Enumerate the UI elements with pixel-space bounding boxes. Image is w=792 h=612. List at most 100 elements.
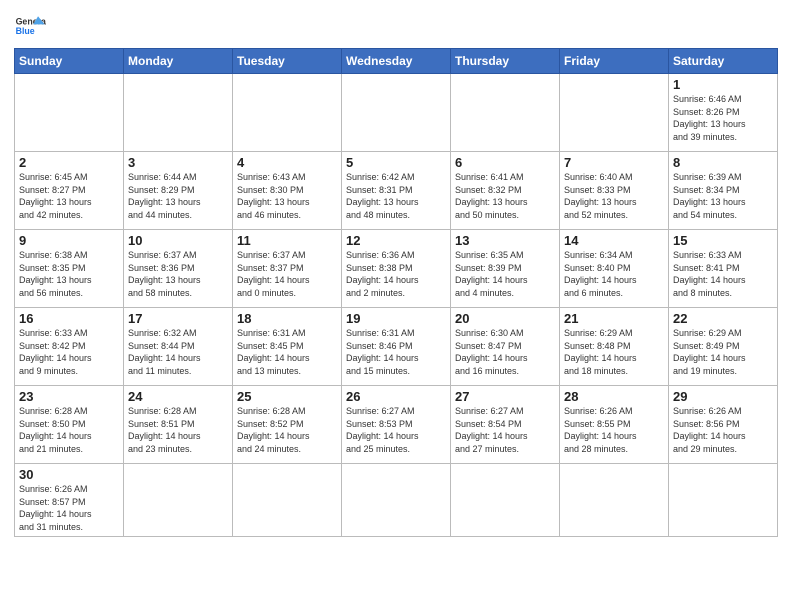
day-info: Sunrise: 6:37 AM Sunset: 8:37 PM Dayligh… xyxy=(237,249,337,299)
day-info: Sunrise: 6:35 AM Sunset: 8:39 PM Dayligh… xyxy=(455,249,555,299)
day-number: 18 xyxy=(237,311,337,326)
day-number: 4 xyxy=(237,155,337,170)
calendar-cell: 28Sunrise: 6:26 AM Sunset: 8:55 PM Dayli… xyxy=(560,386,669,464)
calendar-cell xyxy=(560,464,669,537)
day-number: 28 xyxy=(564,389,664,404)
day-number: 15 xyxy=(673,233,773,248)
day-info: Sunrise: 6:28 AM Sunset: 8:50 PM Dayligh… xyxy=(19,405,119,455)
weekday-header-wednesday: Wednesday xyxy=(342,49,451,74)
weekday-header-sunday: Sunday xyxy=(15,49,124,74)
day-info: Sunrise: 6:37 AM Sunset: 8:36 PM Dayligh… xyxy=(128,249,228,299)
day-number: 29 xyxy=(673,389,773,404)
day-info: Sunrise: 6:33 AM Sunset: 8:42 PM Dayligh… xyxy=(19,327,119,377)
day-number: 8 xyxy=(673,155,773,170)
day-number: 12 xyxy=(346,233,446,248)
calendar-cell xyxy=(342,74,451,152)
day-info: Sunrise: 6:29 AM Sunset: 8:49 PM Dayligh… xyxy=(673,327,773,377)
calendar-cell: 26Sunrise: 6:27 AM Sunset: 8:53 PM Dayli… xyxy=(342,386,451,464)
day-info: Sunrise: 6:29 AM Sunset: 8:48 PM Dayligh… xyxy=(564,327,664,377)
svg-text:Blue: Blue xyxy=(16,26,35,36)
weekday-header-friday: Friday xyxy=(560,49,669,74)
calendar-cell: 17Sunrise: 6:32 AM Sunset: 8:44 PM Dayli… xyxy=(124,308,233,386)
day-number: 1 xyxy=(673,77,773,92)
day-info: Sunrise: 6:46 AM Sunset: 8:26 PM Dayligh… xyxy=(673,93,773,143)
page: General Blue SundayMondayTuesdayWednesda… xyxy=(0,0,792,612)
day-info: Sunrise: 6:42 AM Sunset: 8:31 PM Dayligh… xyxy=(346,171,446,221)
day-info: Sunrise: 6:31 AM Sunset: 8:45 PM Dayligh… xyxy=(237,327,337,377)
calendar-cell xyxy=(233,74,342,152)
day-info: Sunrise: 6:33 AM Sunset: 8:41 PM Dayligh… xyxy=(673,249,773,299)
day-number: 14 xyxy=(564,233,664,248)
calendar-cell: 12Sunrise: 6:36 AM Sunset: 8:38 PM Dayli… xyxy=(342,230,451,308)
calendar-week-row: 23Sunrise: 6:28 AM Sunset: 8:50 PM Dayli… xyxy=(15,386,778,464)
day-number: 20 xyxy=(455,311,555,326)
day-number: 27 xyxy=(455,389,555,404)
calendar-cell: 11Sunrise: 6:37 AM Sunset: 8:37 PM Dayli… xyxy=(233,230,342,308)
day-info: Sunrise: 6:34 AM Sunset: 8:40 PM Dayligh… xyxy=(564,249,664,299)
calendar-cell: 15Sunrise: 6:33 AM Sunset: 8:41 PM Dayli… xyxy=(669,230,778,308)
day-info: Sunrise: 6:39 AM Sunset: 8:34 PM Dayligh… xyxy=(673,171,773,221)
calendar-cell: 4Sunrise: 6:43 AM Sunset: 8:30 PM Daylig… xyxy=(233,152,342,230)
day-info: Sunrise: 6:32 AM Sunset: 8:44 PM Dayligh… xyxy=(128,327,228,377)
calendar-cell: 6Sunrise: 6:41 AM Sunset: 8:32 PM Daylig… xyxy=(451,152,560,230)
day-number: 3 xyxy=(128,155,228,170)
calendar-week-row: 16Sunrise: 6:33 AM Sunset: 8:42 PM Dayli… xyxy=(15,308,778,386)
day-info: Sunrise: 6:28 AM Sunset: 8:51 PM Dayligh… xyxy=(128,405,228,455)
day-number: 16 xyxy=(19,311,119,326)
calendar-week-row: 30Sunrise: 6:26 AM Sunset: 8:57 PM Dayli… xyxy=(15,464,778,537)
calendar-cell: 14Sunrise: 6:34 AM Sunset: 8:40 PM Dayli… xyxy=(560,230,669,308)
day-info: Sunrise: 6:40 AM Sunset: 8:33 PM Dayligh… xyxy=(564,171,664,221)
day-info: Sunrise: 6:26 AM Sunset: 8:56 PM Dayligh… xyxy=(673,405,773,455)
day-number: 10 xyxy=(128,233,228,248)
calendar-cell: 2Sunrise: 6:45 AM Sunset: 8:27 PM Daylig… xyxy=(15,152,124,230)
calendar-cell: 5Sunrise: 6:42 AM Sunset: 8:31 PM Daylig… xyxy=(342,152,451,230)
calendar-cell xyxy=(233,464,342,537)
day-info: Sunrise: 6:36 AM Sunset: 8:38 PM Dayligh… xyxy=(346,249,446,299)
day-info: Sunrise: 6:27 AM Sunset: 8:54 PM Dayligh… xyxy=(455,405,555,455)
calendar-cell: 3Sunrise: 6:44 AM Sunset: 8:29 PM Daylig… xyxy=(124,152,233,230)
day-number: 30 xyxy=(19,467,119,482)
calendar-cell: 21Sunrise: 6:29 AM Sunset: 8:48 PM Dayli… xyxy=(560,308,669,386)
calendar-week-row: 9Sunrise: 6:38 AM Sunset: 8:35 PM Daylig… xyxy=(15,230,778,308)
calendar-cell xyxy=(560,74,669,152)
calendar-cell: 22Sunrise: 6:29 AM Sunset: 8:49 PM Dayli… xyxy=(669,308,778,386)
day-number: 26 xyxy=(346,389,446,404)
day-number: 2 xyxy=(19,155,119,170)
day-number: 11 xyxy=(237,233,337,248)
calendar-cell: 23Sunrise: 6:28 AM Sunset: 8:50 PM Dayli… xyxy=(15,386,124,464)
calendar-cell: 8Sunrise: 6:39 AM Sunset: 8:34 PM Daylig… xyxy=(669,152,778,230)
day-number: 5 xyxy=(346,155,446,170)
day-number: 21 xyxy=(564,311,664,326)
day-number: 24 xyxy=(128,389,228,404)
day-number: 22 xyxy=(673,311,773,326)
calendar-cell xyxy=(342,464,451,537)
header: General Blue xyxy=(14,10,778,42)
calendar-cell: 30Sunrise: 6:26 AM Sunset: 8:57 PM Dayli… xyxy=(15,464,124,537)
weekday-header-thursday: Thursday xyxy=(451,49,560,74)
calendar-cell: 24Sunrise: 6:28 AM Sunset: 8:51 PM Dayli… xyxy=(124,386,233,464)
day-info: Sunrise: 6:30 AM Sunset: 8:47 PM Dayligh… xyxy=(455,327,555,377)
day-number: 19 xyxy=(346,311,446,326)
day-info: Sunrise: 6:26 AM Sunset: 8:57 PM Dayligh… xyxy=(19,483,119,533)
day-info: Sunrise: 6:28 AM Sunset: 8:52 PM Dayligh… xyxy=(237,405,337,455)
calendar-table: SundayMondayTuesdayWednesdayThursdayFrid… xyxy=(14,48,778,537)
logo-area: General Blue xyxy=(14,10,46,42)
calendar-cell: 29Sunrise: 6:26 AM Sunset: 8:56 PM Dayli… xyxy=(669,386,778,464)
day-info: Sunrise: 6:45 AM Sunset: 8:27 PM Dayligh… xyxy=(19,171,119,221)
calendar-cell: 25Sunrise: 6:28 AM Sunset: 8:52 PM Dayli… xyxy=(233,386,342,464)
day-number: 25 xyxy=(237,389,337,404)
day-info: Sunrise: 6:31 AM Sunset: 8:46 PM Dayligh… xyxy=(346,327,446,377)
day-info: Sunrise: 6:44 AM Sunset: 8:29 PM Dayligh… xyxy=(128,171,228,221)
day-info: Sunrise: 6:27 AM Sunset: 8:53 PM Dayligh… xyxy=(346,405,446,455)
weekday-header-tuesday: Tuesday xyxy=(233,49,342,74)
weekday-header-saturday: Saturday xyxy=(669,49,778,74)
weekday-header-monday: Monday xyxy=(124,49,233,74)
generalblue-logo-icon: General Blue xyxy=(14,10,46,42)
calendar-cell: 19Sunrise: 6:31 AM Sunset: 8:46 PM Dayli… xyxy=(342,308,451,386)
calendar-cell: 20Sunrise: 6:30 AM Sunset: 8:47 PM Dayli… xyxy=(451,308,560,386)
calendar-cell xyxy=(124,464,233,537)
calendar-cell: 16Sunrise: 6:33 AM Sunset: 8:42 PM Dayli… xyxy=(15,308,124,386)
day-number: 6 xyxy=(455,155,555,170)
calendar-cell: 10Sunrise: 6:37 AM Sunset: 8:36 PM Dayli… xyxy=(124,230,233,308)
calendar-week-row: 1Sunrise: 6:46 AM Sunset: 8:26 PM Daylig… xyxy=(15,74,778,152)
